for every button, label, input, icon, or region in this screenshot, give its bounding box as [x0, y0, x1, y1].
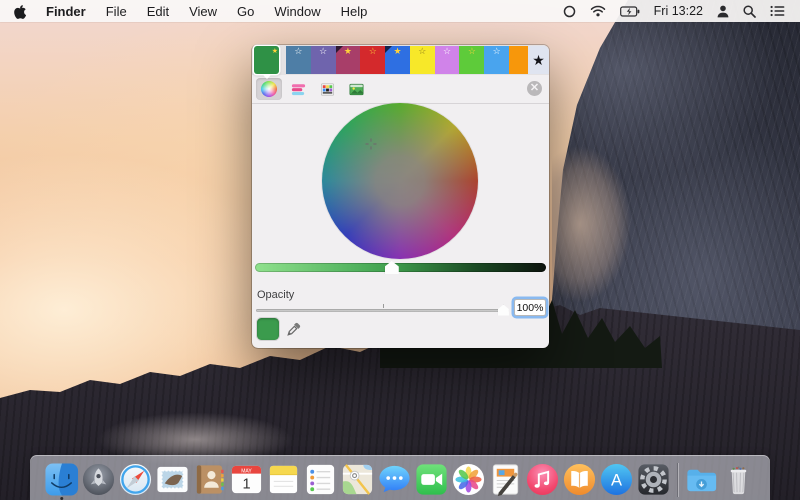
dock-item-downloads[interactable]: [683, 459, 720, 500]
eyedropper-icon[interactable]: [286, 321, 302, 342]
dock-item-launchpad[interactable]: [80, 459, 117, 500]
menu-item-help[interactable]: Help: [331, 0, 378, 22]
favorite-swatch-green[interactable]: ★: [254, 46, 279, 74]
spotlight-search-icon[interactable]: [736, 0, 763, 22]
favorite-swatch-maroon[interactable]: ★: [336, 46, 361, 74]
user-icon[interactable]: [710, 0, 736, 22]
opacity-slider[interactable]: [256, 309, 509, 313]
dock-item-facetime[interactable]: [413, 459, 450, 500]
menu-bar: FinderFileEditViewGoWindowHelp Fri 13:22: [0, 0, 800, 22]
dock-separator: [672, 459, 683, 500]
dock-item-safari[interactable]: [117, 459, 154, 500]
menu-clock[interactable]: Fri 13:22: [647, 0, 710, 22]
swatch-star-icon: ☆: [493, 46, 501, 57]
dock-item-mail[interactable]: [154, 459, 191, 500]
tab-image-palettes[interactable]: [343, 78, 369, 100]
dock-item-calendar[interactable]: MAY 1: [228, 459, 265, 500]
desktop: FinderFileEditViewGoWindowHelp Fri 13:22…: [0, 0, 800, 500]
dock-item-pages[interactable]: [487, 459, 524, 500]
swatch-star-icon: ☆: [369, 46, 377, 57]
menu-item-finder[interactable]: Finder: [36, 0, 96, 22]
color-wheel[interactable]: [322, 103, 478, 259]
favorite-swatch-blue[interactable]: ★: [385, 46, 410, 74]
favorite-swatch-yellow[interactable]: ☆: [410, 46, 435, 74]
menu-item-go[interactable]: Go: [227, 0, 264, 22]
favorite-swatch-steel-blue[interactable]: ☆: [286, 46, 311, 74]
tab-color-wheel[interactable]: [256, 78, 282, 100]
dock: MAY 1 A: [30, 455, 770, 500]
swatch-star-icon: ★: [393, 46, 401, 57]
menu-item-view[interactable]: View: [179, 0, 227, 22]
wifi-icon[interactable]: [583, 0, 613, 22]
favorite-swatch-orange[interactable]: [509, 46, 528, 74]
picker-mode-toolbar: [252, 75, 549, 103]
dock-item-contacts[interactable]: [191, 459, 228, 500]
swatch-star-icon: ☆: [443, 46, 451, 57]
brightness-slider[interactable]: [255, 263, 546, 272]
opacity-value-field[interactable]: 100%: [514, 299, 546, 316]
battery-charging-icon[interactable]: [613, 0, 647, 22]
dock-item-reminders[interactable]: [302, 459, 339, 500]
notification-center-icon[interactable]: [763, 0, 792, 22]
swatch-star-icon: ☆: [294, 46, 302, 57]
svg-text:1: 1: [242, 477, 250, 493]
opacity-slider-midpoint-tick: [383, 304, 385, 308]
swatch-star-icon: ☆: [319, 46, 327, 57]
dock-item-system-preferences[interactable]: [635, 459, 672, 500]
dock-item-appstore[interactable]: A: [598, 459, 635, 500]
menu-item-file[interactable]: File: [96, 0, 137, 22]
tab-color-sliders[interactable]: [285, 78, 311, 100]
brightness-slider-thumb[interactable]: [385, 261, 399, 274]
dock-item-photos[interactable]: [450, 459, 487, 500]
menu-item-window[interactable]: Window: [264, 0, 330, 22]
close-icon[interactable]: ✕: [527, 81, 542, 96]
dock-item-ibooks[interactable]: [561, 459, 598, 500]
opacity-label: Opacity: [257, 289, 294, 301]
opacity-slider-thumb[interactable]: [498, 305, 509, 316]
circle-icon[interactable]: [556, 0, 583, 22]
menu-item-edit[interactable]: Edit: [137, 0, 179, 22]
dock-item-messages[interactable]: [376, 459, 413, 500]
color-wheel-crosshair[interactable]: [365, 137, 377, 149]
add-favorite-swatch[interactable]: ★: [528, 46, 549, 74]
dock-item-itunes[interactable]: [524, 459, 561, 500]
swatch-star-icon: ★: [532, 53, 545, 67]
favorite-colors-bar: ★ ☆ ☆ ★ ☆ ★ ☆ ☆ ☆ ☆ ★: [252, 45, 549, 75]
favorite-swatch-orchid[interactable]: ☆: [435, 46, 460, 74]
favorite-swatch-bright-green[interactable]: ☆: [459, 46, 484, 74]
svg-text:MAY: MAY: [241, 468, 252, 474]
favorite-swatch-slate-purple[interactable]: ☆: [311, 46, 336, 74]
favorite-swatch-sky-blue[interactable]: ☆: [484, 46, 509, 74]
color-picker-window: ★ ☆ ☆ ★ ☆ ★ ☆ ☆ ☆ ☆ ★ ✕ Opacity 100%: [252, 45, 549, 348]
favorite-swatch-red[interactable]: ☆: [360, 46, 385, 74]
swatch-star-icon: ★: [272, 46, 278, 57]
dock-item-finder[interactable]: [43, 459, 80, 500]
dock-item-trash[interactable]: [720, 459, 757, 500]
swatch-star-icon: ★: [344, 46, 352, 57]
svg-text:A: A: [611, 470, 622, 489]
current-color-well[interactable]: [257, 318, 279, 340]
dock-item-maps[interactable]: [339, 459, 376, 500]
color-wheel-icon: [261, 81, 277, 97]
swatch-star-icon: ☆: [468, 46, 476, 57]
dock-item-notes[interactable]: [265, 459, 302, 500]
tab-color-palettes[interactable]: [314, 78, 340, 100]
apple-menu-icon[interactable]: [0, 4, 36, 19]
swatch-star-icon: ☆: [418, 46, 426, 57]
